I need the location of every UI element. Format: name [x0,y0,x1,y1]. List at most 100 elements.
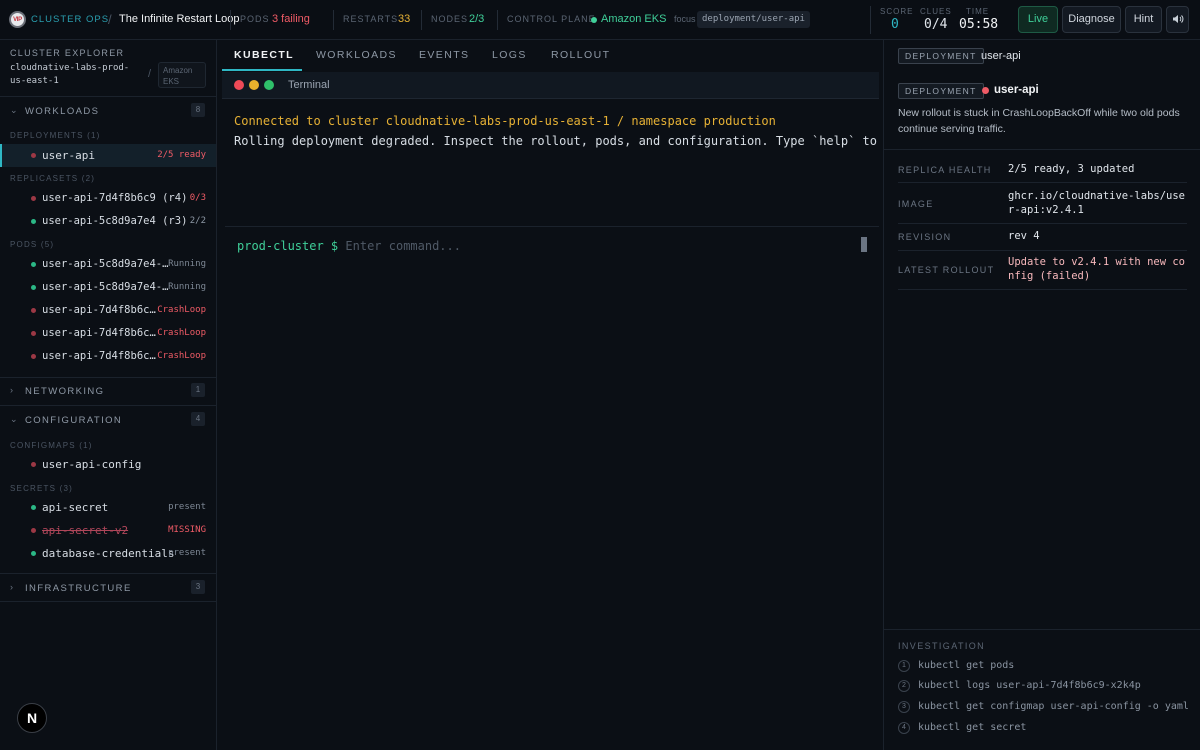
item-name: user-api-7d4f8b6c… [42,350,156,362]
item-status: 2/5 ready [157,150,206,160]
field-label-latest-rollout: LATEST ROLLOUT [898,265,995,275]
item-name: api-secret [42,501,109,514]
status-dot-icon [982,87,989,94]
step-command: kubectl get configmap user-api-config -o… [918,701,1189,712]
tree-item-secret-missing[interactable]: api-secret-v2 MISSING [0,519,216,542]
section-label: INFRASTRUCTURE [25,583,132,594]
tab-kubectl[interactable]: KUBECTL [234,49,294,61]
item-status: 0/3 [189,193,206,203]
status-dot-icon [31,196,36,201]
divider [225,226,879,227]
tree-item-pod[interactable]: user-api-5c8d9a7e4-… Running [0,276,216,299]
section-count: 1 [191,383,205,397]
tree-item-deployment-user-api[interactable]: user-api 2/5 ready [0,144,216,167]
tree-item-configmap[interactable]: user-api-config [0,453,216,476]
focus-chip[interactable]: deployment/user-api [697,11,810,28]
maximize-dot-icon[interactable] [264,80,274,90]
field-value-replica-health: 2/5 ready, 3 updated [1008,163,1135,175]
divider [230,10,231,30]
step-command: kubectl logs user-api-7d4f8b6c9-x2k4p [918,680,1141,691]
close-dot-icon[interactable] [234,80,244,90]
cluster-name: cloudnative-labs-prod-us-east-1 [10,63,130,86]
tree-item-replicaset[interactable]: user-api-7d4f8b6c9 (r4) 0/3 [0,187,216,210]
divider [0,573,216,574]
tab-bar: KUBECTL WORKLOADS EVENTS LOGS ROLLOUT [219,40,882,71]
hint-button[interactable]: Hint [1125,6,1162,33]
divider [497,10,498,30]
resource-name: user-api [981,50,1021,62]
investigation-title: INVESTIGATION [898,641,986,651]
breadcrumb-separator: / [108,12,112,27]
step-number: 2 [898,680,910,692]
item-name: user-api-5c8d9a7e4-… [42,258,169,270]
group-configmaps: CONFIGMAPS (1) [10,441,93,450]
sound-toggle-button[interactable] [1166,6,1189,33]
divider [421,10,422,30]
item-status: Running [168,282,206,292]
divider [898,289,1187,290]
score-label: SCORE [880,7,914,16]
restarts-count: 33 [398,13,411,25]
item-status: MISSING [168,525,206,535]
tree-item-secret[interactable]: api-secret present [0,496,216,519]
item-name: api-secret-v2 [42,524,129,537]
tree-item-replicaset[interactable]: user-api-5c8d9a7e4 (r3) 2/2 [0,210,216,233]
terminal-titlebar: Terminal [222,72,879,99]
section-infrastructure[interactable]: › INFRASTRUCTURE 3 [0,575,216,601]
minimize-dot-icon[interactable] [249,80,259,90]
group-pods: PODS (5) [10,240,55,249]
time-label: TIME [966,7,990,16]
live-button[interactable]: Live [1018,6,1058,33]
divider [898,182,1187,183]
terminal-cursor [861,237,867,252]
section-configuration[interactable]: ⌄ CONFIGURATION 4 [0,407,216,433]
status-dot-icon [31,219,36,224]
diagnose-button[interactable]: Diagnose [1062,6,1121,33]
divider [884,629,1200,630]
kind-badge: DEPLOYMENT [898,83,984,99]
tab-logs[interactable]: LOGS [492,49,527,61]
top-bar: VIP CLUSTER OPS / The Infinite Restart L… [0,0,1200,40]
tree-item-pod[interactable]: user-api-7d4f8b6c… CrashLoop [0,299,216,322]
control-plane-value: Amazon EKS [601,13,667,25]
divider [0,405,216,406]
section-count: 4 [191,412,205,426]
item-name: user-api-7d4f8b6c9 (r4) [42,192,188,204]
section-label: CONFIGURATION [25,415,123,426]
control-plane-label: CONTROL PLANE [507,14,596,24]
tree-item-pod[interactable]: user-api-5c8d9a7e4-… Running [0,253,216,276]
kind-badge: DEPLOYMENT [898,48,984,64]
section-networking[interactable]: › NETWORKING 1 [0,378,216,404]
status-dot-icon [31,308,36,313]
tab-events[interactable]: EVENTS [419,49,469,61]
chevron-right-icon: › [10,582,13,592]
group-deployments: DEPLOYMENTS (1) [10,131,101,140]
divider [0,601,216,602]
status-dot-icon [591,17,597,23]
resource-description: New rollout is stuck in CrashLoopBackOff… [898,107,1180,135]
chevron-down-icon: ⌄ [10,414,18,424]
field-value-revision: rev 4 [1008,230,1040,242]
command-prompt[interactable]: prod-cluster $ Enter command... [237,239,461,253]
tab-rollout[interactable]: ROLLOUT [551,49,610,61]
item-status: present [168,502,206,512]
command-input[interactable]: Enter command... [345,239,461,253]
tree-item-pod[interactable]: user-api-7d4f8b6c… CrashLoop [0,322,216,345]
field-value-image: ghcr.io/cloudnative-labs/user-api:v2.4.1 [1008,190,1186,216]
section-workloads[interactable]: ⌄ WORKLOADS 8 [0,98,216,124]
tab-workloads[interactable]: WORKLOADS [316,49,397,61]
terminal-output[interactable]: Connected to cluster cloudnative-labs-pr… [222,100,879,745]
pods-failing-count: 3 failing [272,13,310,25]
dev-tools-badge[interactable]: N [17,703,47,733]
field-label-image: IMAGE [898,199,934,209]
step-number: 4 [898,722,910,734]
section-label: WORKLOADS [25,106,100,117]
nodes-label: NODES [431,14,469,24]
tree-item-pod[interactable]: user-api-7d4f8b6c… CrashLoop [0,345,216,368]
tree-item-secret[interactable]: database-credentials present [0,542,216,565]
prompt-host: prod-cluster $ [237,239,339,253]
item-name: user-api [42,149,95,162]
field-value-latest-rollout: Update to v2.4.1 with new config (failed… [1008,256,1186,282]
focus-label: focus [674,14,696,24]
terminal-line-connected: Connected to cluster cloudnative-labs-pr… [234,114,776,128]
